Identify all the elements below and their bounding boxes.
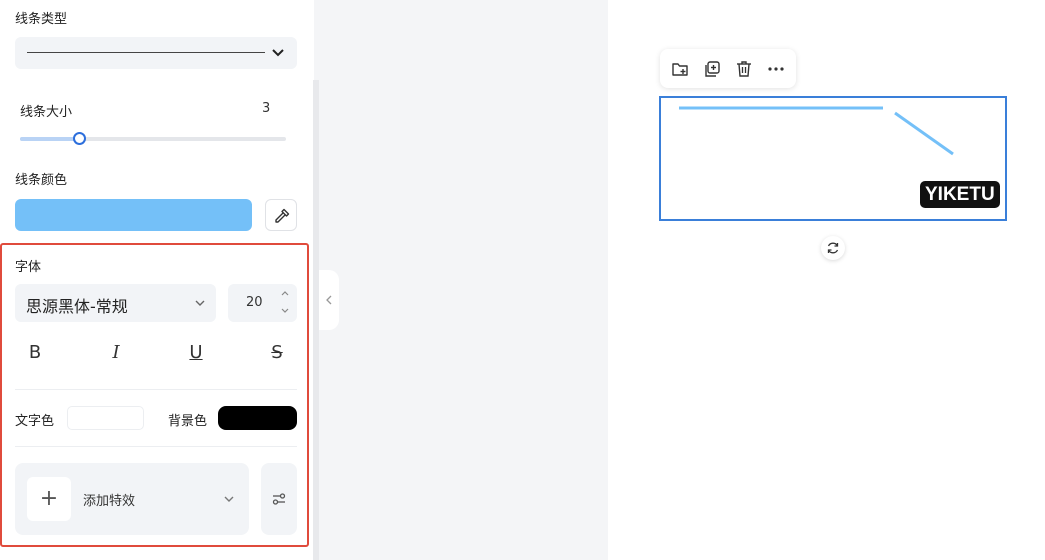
chevron-left-icon: [326, 295, 332, 305]
divider: [15, 389, 297, 390]
line-type-label: 线条类型: [15, 12, 68, 27]
line-type-preview: [27, 52, 265, 53]
slider-thumb[interactable]: [72, 132, 86, 145]
settings-sliders-icon: [272, 493, 286, 505]
add-effect-plus[interactable]: +: [27, 477, 71, 521]
folder-add-icon[interactable]: [670, 59, 690, 79]
add-effect-dropdown[interactable]: + 添加特效: [15, 463, 249, 535]
chevron-down-icon[interactable]: [280, 307, 290, 315]
font-size-value: 20: [246, 295, 263, 310]
font-size-stepper[interactable]: 20: [228, 284, 297, 322]
line-segment: [894, 111, 954, 156]
bold-button[interactable]: B: [21, 340, 49, 366]
rotate-icon: [827, 242, 839, 254]
underline-button[interactable]: U: [182, 340, 210, 366]
line-size-label: 线条大小: [20, 105, 73, 120]
line-color-label: 线条颜色: [15, 173, 68, 188]
chevron-down-icon: [272, 49, 284, 57]
slider-fill: [20, 137, 79, 141]
effect-settings-button[interactable]: [261, 463, 297, 535]
italic-button[interactable]: I: [102, 340, 130, 366]
divider: [15, 446, 297, 447]
text-color-swatch[interactable]: [67, 406, 144, 430]
eyedropper-icon: [275, 208, 290, 223]
properties-panel: 线条类型 线条大小 3 线条颜色 字体 思源黑体-常规 20 B I U S 文…: [0, 0, 314, 560]
watermark-text: YIKETU: [920, 181, 1000, 208]
line-size-slider[interactable]: [20, 132, 286, 145]
line-color-swatch[interactable]: [15, 199, 252, 231]
bg-color-label: 背景色: [168, 414, 208, 429]
line-size-value: 3: [262, 101, 271, 116]
more-icon[interactable]: [766, 59, 786, 79]
text-color-label: 文字色: [15, 414, 55, 429]
element-toolbar: [660, 49, 796, 88]
font-family-select[interactable]: 思源黑体-常规: [15, 284, 216, 322]
chevron-down-icon: [195, 300, 205, 306]
font-family-value: 思源黑体-常规: [26, 297, 128, 316]
collapse-panel-button[interactable]: [319, 270, 339, 330]
font-label: 字体: [15, 260, 42, 275]
strikethrough-button[interactable]: S: [263, 340, 291, 366]
eyedropper-button[interactable]: [265, 199, 297, 231]
chevron-up-icon[interactable]: [280, 289, 290, 297]
duplicate-icon[interactable]: [702, 59, 722, 79]
bg-color-swatch[interactable]: [218, 406, 297, 430]
trash-icon[interactable]: [734, 59, 754, 79]
add-effect-label: 添加特效: [83, 494, 136, 509]
line-type-select[interactable]: [15, 37, 297, 69]
chevron-down-icon: [224, 496, 234, 502]
rotate-handle[interactable]: [821, 236, 845, 260]
